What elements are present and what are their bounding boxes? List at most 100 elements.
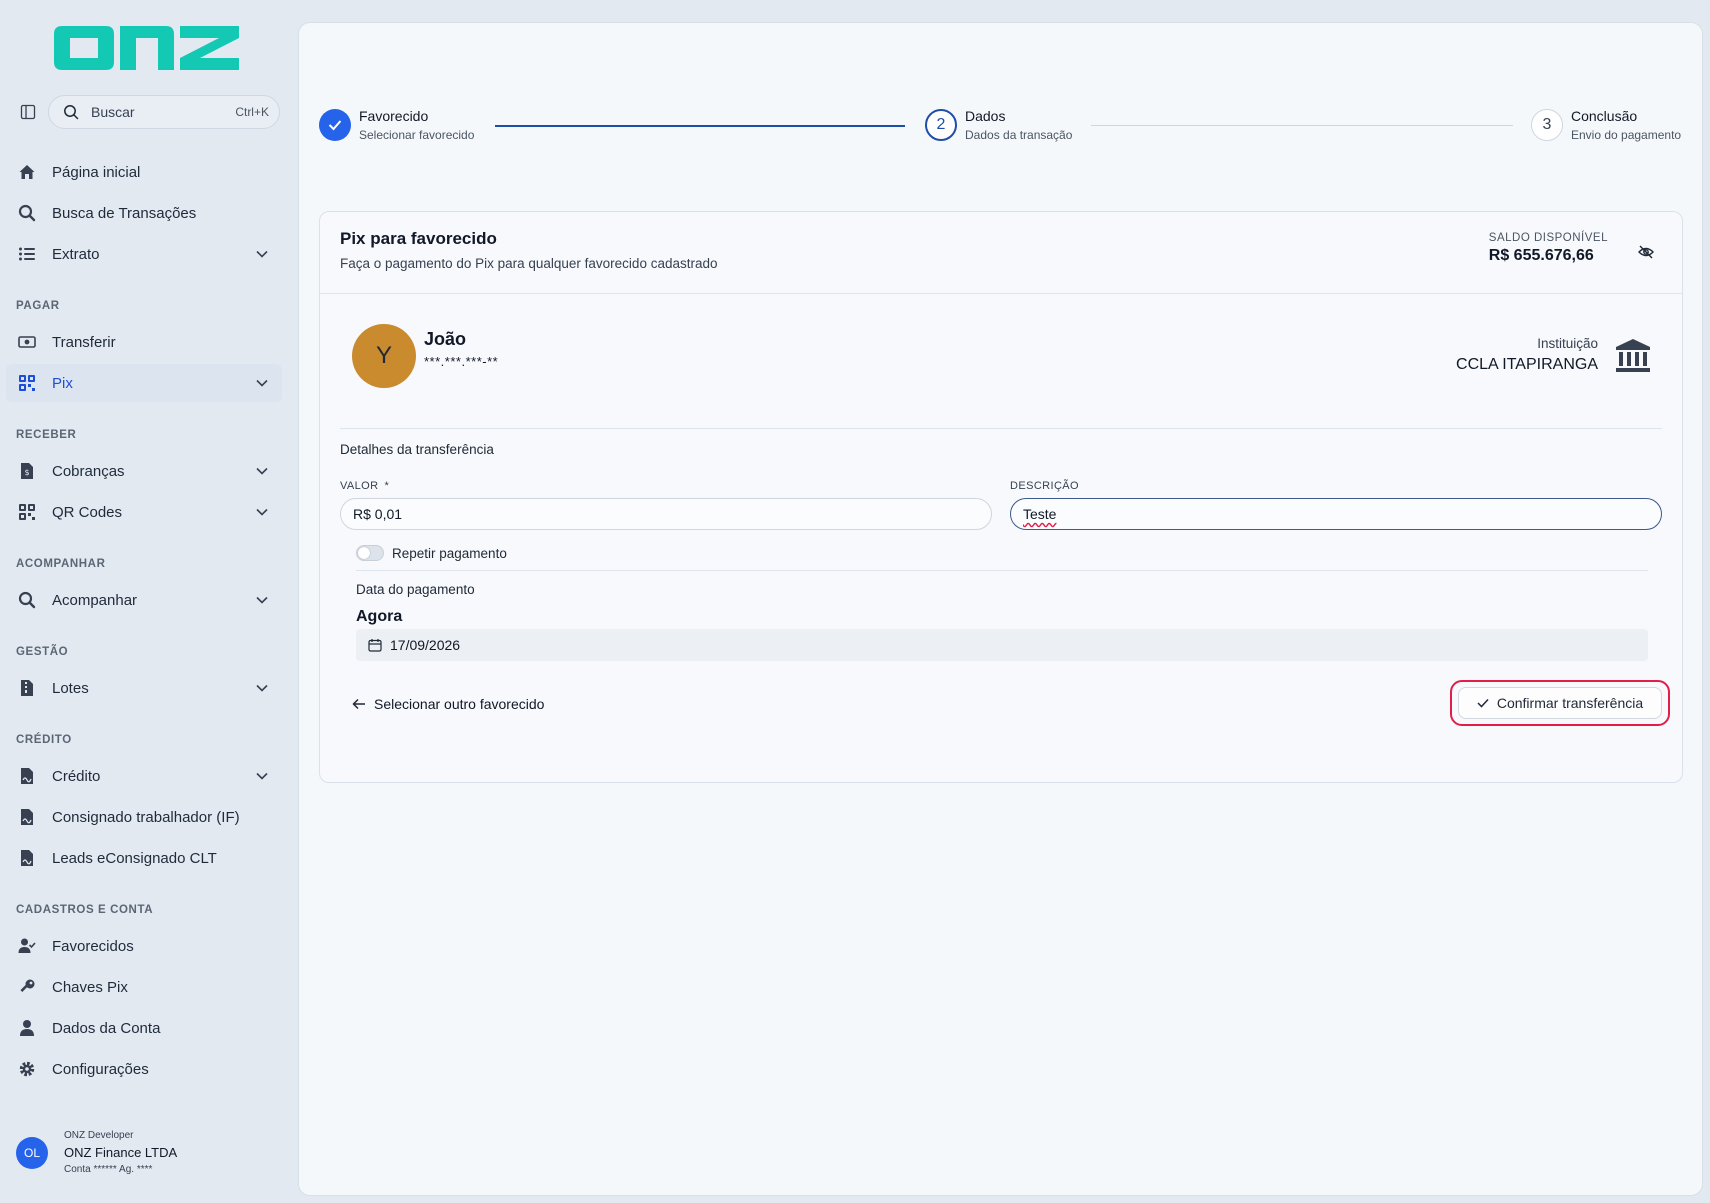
search-icon	[16, 589, 38, 611]
sidebar-item-label: Cobranças	[52, 462, 125, 480]
chevron-down-icon	[252, 244, 272, 264]
step-connector	[495, 125, 905, 127]
user-company: ONZ Finance LTDA	[64, 1145, 178, 1160]
qr-code-icon	[16, 372, 38, 394]
step-title: Dados	[965, 108, 1006, 124]
sidebar-item-label: Favorecidos	[52, 937, 134, 955]
repeat-payment[interactable]: Repetir pagamento	[356, 545, 507, 561]
main-panel: Favorecido Selecionar favorecido 2 Dados…	[298, 22, 1703, 1196]
search-row: Buscar Ctrl+K	[14, 95, 280, 129]
date-mode: Agora	[356, 608, 403, 625]
sidebar-item-dados-conta[interactable]: Dados da Conta	[6, 1009, 282, 1047]
step-number: 2	[925, 109, 957, 141]
payee-avatar: Y	[352, 324, 416, 388]
step-dados[interactable]: 2 Dados Dados da transação	[925, 108, 1072, 142]
balance-label: SALDO DISPONÍVEL	[1488, 232, 1608, 244]
chevron-down-icon	[252, 766, 272, 786]
sidebar-item-configuracoes[interactable]: Configurações	[6, 1050, 282, 1088]
pix-card: Pix para favorecido Faça o pagamento do …	[319, 211, 1683, 783]
step-text: Dados Dados da transação	[965, 108, 1072, 142]
section-label-credito: CRÉDITO	[16, 734, 72, 746]
step-subtitle: Selecionar favorecido	[359, 128, 475, 142]
balance-value: R$ 655.676,66	[1488, 247, 1594, 264]
date-value: 17/09/2026	[390, 637, 461, 653]
sidebar-item-pix[interactable]: Pix	[6, 364, 282, 402]
sidebar-item-chaves-pix[interactable]: Chaves Pix	[6, 968, 282, 1006]
sidebar-item-label: Configurações	[52, 1060, 149, 1078]
eye-off-icon[interactable]	[1636, 242, 1656, 262]
sidebar-item-label: Extrato	[52, 245, 100, 263]
sidebar-item-acompanhar[interactable]: Acompanhar	[6, 581, 282, 619]
gear-icon	[16, 1058, 38, 1080]
payment-date-field[interactable]: 17/09/2026	[356, 629, 1648, 661]
svg-text:$: $	[24, 468, 29, 477]
sidebar-toggle-icon[interactable]	[14, 98, 42, 126]
date-label: Data do pagamento	[356, 582, 475, 597]
sidebar-item-busca-transacoes[interactable]: Busca de Transações	[6, 194, 282, 232]
confirm-label: Confirmar transferência	[1496, 695, 1644, 711]
valor-label: VALOR *	[340, 480, 389, 492]
select-other-payee-button[interactable]: Selecionar outro favorecido	[352, 696, 544, 712]
qr-code-icon	[16, 501, 38, 523]
section-label-cadastros: CADASTROS E CONTA	[16, 904, 154, 916]
sidebar-item-extrato[interactable]: Extrato	[6, 235, 282, 273]
confirm-transfer-button[interactable]: Confirmar transferência	[1458, 687, 1662, 719]
sidebar-item-consignado-trabalhador[interactable]: Consignado trabalhador (IF)	[6, 798, 282, 836]
user-check-icon	[16, 935, 38, 957]
user-account: Conta ****** Ag. ****	[64, 1164, 153, 1175]
sidebar-item-credito[interactable]: Crédito	[6, 757, 282, 795]
onz-logo[interactable]	[54, 22, 239, 74]
sidebar-item-leads-econsignado[interactable]: Leads eConsignado CLT	[6, 839, 282, 877]
required-marker: *	[384, 480, 390, 492]
calendar-icon	[368, 639, 382, 652]
payee: Y João ***.***.***-**	[352, 324, 498, 388]
step-number: 3	[1531, 109, 1563, 141]
payee-info: João ***.***.***-**	[424, 329, 498, 369]
sidebar-item-label: Página inicial	[52, 163, 141, 181]
file-archive-icon	[16, 677, 38, 699]
sidebar-item-label: Chaves Pix	[52, 978, 128, 996]
descricao-value: Teste	[1023, 506, 1057, 522]
step-conclusao[interactable]: 3 Conclusão Envio do pagamento	[1531, 108, 1681, 142]
home-icon	[16, 161, 38, 183]
user-icon	[16, 1017, 38, 1039]
section-label-pagar: PAGAR	[16, 300, 60, 312]
valor-label-text: VALOR	[340, 480, 379, 492]
sidebar-item-label: Lotes	[52, 679, 89, 697]
user-role: ONZ Developer	[64, 1130, 134, 1141]
search-input[interactable]: Buscar Ctrl+K	[48, 95, 280, 129]
chevron-down-icon	[252, 373, 272, 393]
sidebar-item-label: QR Codes	[52, 503, 123, 521]
check-icon	[1477, 698, 1489, 708]
toggle-knob	[358, 547, 370, 559]
descricao-input[interactable]: Teste	[1010, 498, 1662, 530]
invoice-icon: $	[16, 460, 38, 482]
divider	[356, 570, 1648, 571]
repeat-toggle[interactable]	[356, 545, 384, 561]
sidebar-item-cobrancas[interactable]: $ Cobranças	[6, 452, 282, 490]
search-placeholder: Buscar	[91, 104, 135, 120]
sidebar-item-label: Pix	[52, 374, 73, 392]
sidebar-item-pagina-inicial[interactable]: Página inicial	[6, 153, 282, 191]
step-text: Conclusão Envio do pagamento	[1571, 108, 1681, 142]
arrow-left-icon	[352, 698, 365, 710]
sidebar-item-label: Transferir	[52, 333, 116, 351]
chevron-down-icon	[252, 461, 272, 481]
key-icon	[16, 976, 38, 998]
valor-input[interactable]: R$ 0,01	[340, 498, 992, 530]
user-card[interactable]: OL ONZ Developer ONZ Finance LTDA Conta …	[16, 1130, 177, 1175]
sidebar-item-favorecidos[interactable]: Favorecidos	[6, 927, 282, 965]
sidebar-item-transferir[interactable]: Transferir	[6, 323, 282, 361]
section-label-gestao: GESTÃO	[16, 646, 69, 658]
payee-document: ***.***.***-**	[424, 354, 499, 369]
card-header: Pix para favorecido Faça o pagamento do …	[320, 212, 1682, 294]
step-favorecido[interactable]: Favorecido Selecionar favorecido	[319, 108, 475, 142]
stepper: Favorecido Selecionar favorecido 2 Dados…	[319, 108, 1684, 157]
sidebar-item-lotes[interactable]: Lotes	[6, 669, 282, 707]
sidebar-item-label: Dados da Conta	[52, 1019, 161, 1037]
sidebar-item-qr-codes[interactable]: QR Codes	[6, 493, 282, 531]
bank-icon	[1616, 339, 1650, 372]
list-icon	[16, 243, 38, 265]
repeat-label: Repetir pagamento	[392, 545, 507, 561]
file-signature-icon	[16, 765, 38, 787]
